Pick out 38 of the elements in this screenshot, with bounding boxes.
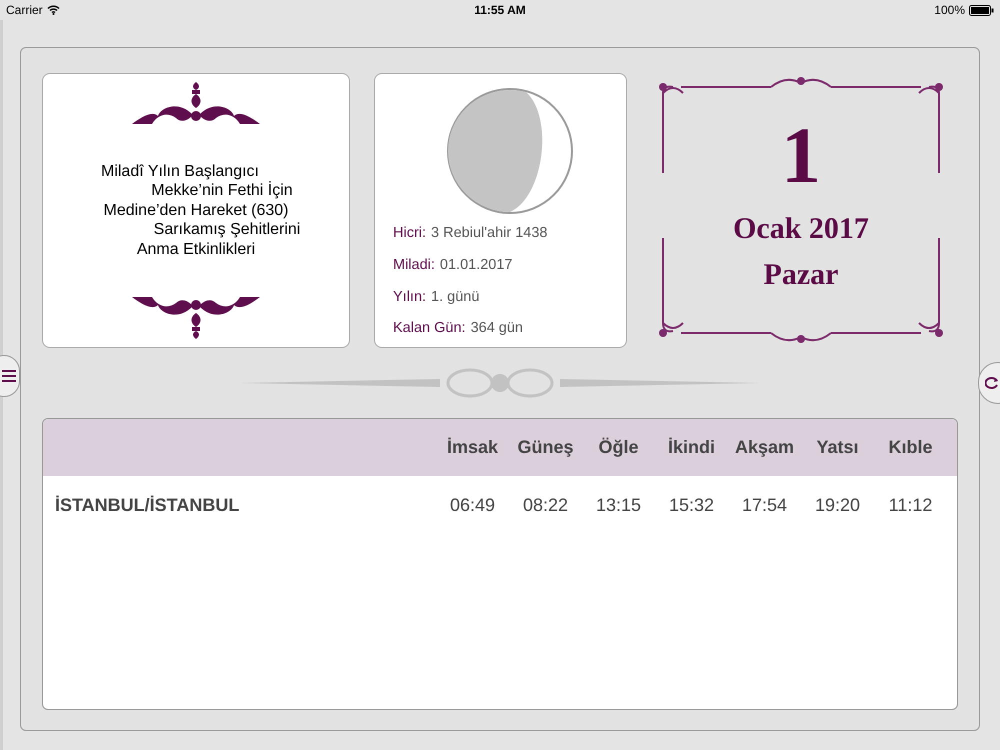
time-cell-text: 13:15 bbox=[594, 494, 642, 516]
time-cell-text: 11:12 bbox=[888, 494, 934, 516]
time-cell-text: 15:32 bbox=[668, 494, 716, 516]
info-value: 364 gün bbox=[470, 319, 523, 338]
status-time: 11:55 AM bbox=[474, 2, 526, 19]
battery-icon bbox=[969, 4, 994, 16]
time-cell-text: 17:54 bbox=[740, 494, 788, 516]
column-header: Kıble bbox=[887, 436, 934, 459]
column-header: Güneş bbox=[516, 436, 574, 459]
time-cell-text: 08:22 bbox=[522, 494, 570, 516]
wifi-icon bbox=[46, 5, 60, 15]
time-cell-text: 19:20 bbox=[814, 494, 862, 516]
refresh-icon bbox=[985, 376, 999, 390]
info-label: Kalan Gün: bbox=[393, 319, 466, 338]
event-text: Sarıkamış Şehitlerini bbox=[154, 220, 300, 240]
info-value: 01.01.2017 bbox=[440, 256, 512, 275]
carrier-label: Carrier bbox=[6, 2, 43, 19]
city-cell-text: İSTANBUL/İSTANBUL bbox=[55, 494, 240, 516]
battery-percent: 100% bbox=[934, 2, 965, 19]
column-header: Akşam bbox=[734, 436, 796, 459]
column-header: Öğle bbox=[597, 436, 640, 459]
event-text: Anma Etkinlikleri bbox=[136, 240, 256, 260]
month-year: Ocak 2017 bbox=[733, 211, 869, 247]
info-label: Miladi: bbox=[393, 256, 435, 275]
event-text: Mekke’nin Fethi İçin bbox=[151, 181, 293, 201]
time-cell-text: 06:49 bbox=[448, 494, 496, 516]
info-label: Yılın: bbox=[393, 288, 426, 306]
info-label: Hicri: bbox=[393, 224, 426, 243]
info-value: 3 Rebiul'ahir 1438 bbox=[431, 224, 548, 243]
day-number: 1 bbox=[781, 111, 821, 201]
event-text: Medine’den Hareket (630) bbox=[104, 200, 288, 220]
menu-icon bbox=[2, 370, 16, 382]
info-value: 1. günü bbox=[431, 288, 480, 306]
column-header: İkindi bbox=[666, 436, 716, 459]
weekday: Pazar bbox=[764, 257, 838, 293]
event-text: Miladî Yılın Başlangıcı bbox=[100, 162, 259, 182]
column-header: İmsak bbox=[446, 436, 500, 459]
column-header: Yatsı bbox=[815, 436, 860, 459]
